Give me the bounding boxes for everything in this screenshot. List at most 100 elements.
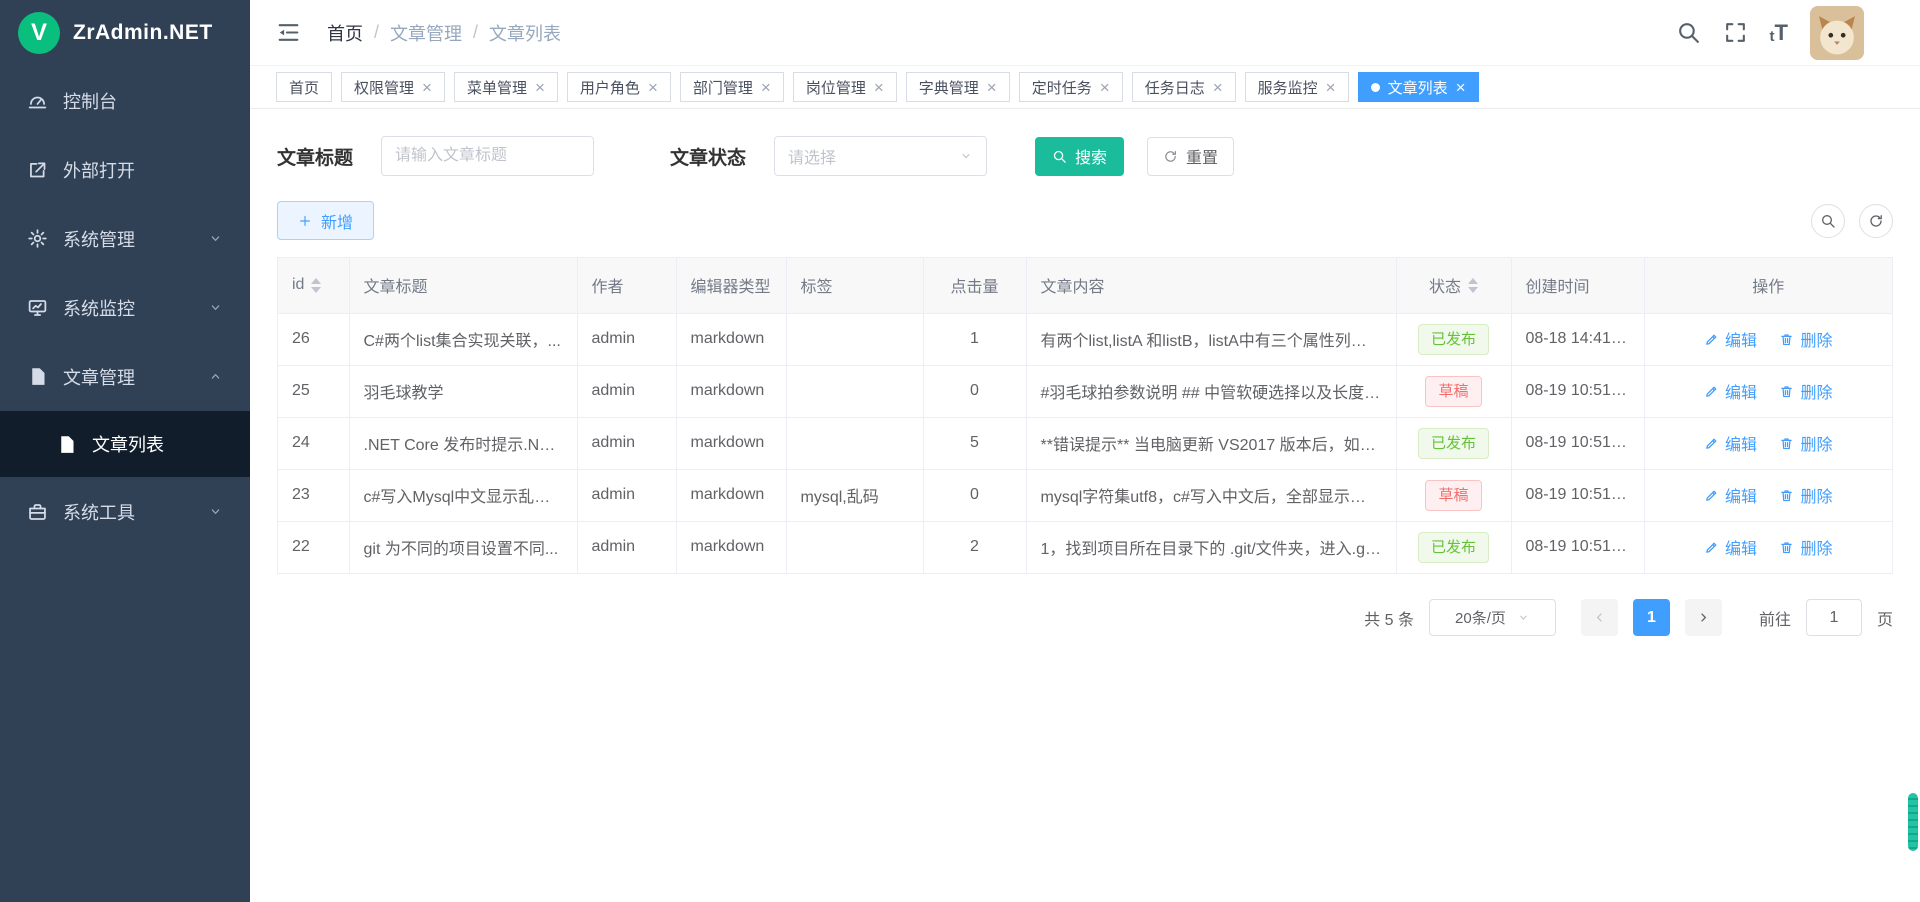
cell-actions: 编辑 删除 (1644, 417, 1892, 469)
delete-link[interactable]: 删除 (1779, 431, 1832, 455)
cell-hits: 1 (923, 313, 1026, 365)
column-header-content: 文章内容 (1026, 258, 1396, 313)
tab-label: 定时任务 (1032, 77, 1092, 98)
cell-title: 羽毛球教学 (349, 365, 577, 417)
sidebar-item-dashboard[interactable]: 控制台 (0, 66, 250, 135)
tabs-bar: 首页 权限管理 × 菜单管理 × 用户角色 × 部门管理 × 岗位管理 × 字典… (250, 66, 1920, 109)
active-tab-dot (1371, 83, 1380, 92)
cell-created-time: 08-19 10:51:27 (1511, 417, 1644, 469)
cell-id: 23 (278, 469, 349, 521)
tab-close-icon[interactable]: × (535, 79, 545, 96)
collapse-sidebar-button[interactable] (276, 20, 301, 45)
article-title-input[interactable] (381, 136, 594, 176)
tab-close-icon[interactable]: × (1100, 79, 1110, 96)
tab-0[interactable]: 首页 (276, 72, 332, 102)
scrollbar-thumb[interactable] (1908, 793, 1918, 851)
tab-2[interactable]: 菜单管理 × (454, 72, 558, 102)
page-size-select[interactable]: 20条/页 (1429, 599, 1556, 636)
chevron-right-icon (1696, 610, 1711, 625)
delete-link[interactable]: 删除 (1779, 483, 1832, 507)
tab-close-icon[interactable]: × (1213, 79, 1223, 96)
chevron-down-icon (1517, 611, 1530, 624)
breadcrumb-item-0[interactable]: 首页 (327, 20, 363, 46)
tab-10[interactable]: 文章列表 × (1358, 72, 1479, 102)
tab-label: 文章列表 (1388, 77, 1448, 98)
goto-label: 前往 (1759, 606, 1791, 630)
sidebar-item-label: 文章管理 (63, 364, 193, 390)
sidebar-item-label: 系统监控 (63, 295, 193, 321)
tab-9[interactable]: 服务监控 × (1245, 72, 1349, 102)
edit-link[interactable]: 编辑 (1704, 379, 1757, 403)
avatar[interactable] (1810, 6, 1864, 60)
column-header-title: 文章标题 (349, 258, 577, 313)
chevron-up-icon (208, 369, 223, 384)
delete-icon (1779, 436, 1794, 451)
tab-6[interactable]: 字典管理 × (906, 72, 1010, 102)
edit-link[interactable]: 编辑 (1704, 535, 1757, 559)
total-count: 共 5 条 (1364, 606, 1414, 630)
cell-tags (786, 521, 923, 573)
sidebar-item-system-monitor[interactable]: 系统监控 (0, 273, 250, 342)
prev-page-button[interactable] (1581, 599, 1618, 636)
tab-4[interactable]: 部门管理 × (680, 72, 784, 102)
article-status-select[interactable]: 请选择 (774, 136, 987, 176)
breadcrumb-item-1[interactable]: 文章管理 (390, 20, 462, 46)
app-title: ZrAdmin.NET (73, 21, 213, 45)
breadcrumb: 首页/文章管理/文章列表 (327, 20, 561, 46)
page-number-button[interactable]: 1 (1633, 599, 1670, 636)
search-icon (1820, 213, 1836, 229)
delete-link[interactable]: 删除 (1779, 379, 1832, 403)
column-header-author: 作者 (577, 258, 676, 313)
sidebar-item-system-manage[interactable]: 系统管理 (0, 204, 250, 273)
cat-avatar-image (1810, 6, 1864, 60)
reset-button[interactable]: 重置 (1147, 137, 1234, 176)
column-header-status[interactable]: 状态 (1396, 258, 1511, 313)
search-icon (1052, 149, 1067, 164)
tab-5[interactable]: 岗位管理 × (793, 72, 897, 102)
edit-link[interactable]: 编辑 (1704, 431, 1757, 455)
tab-close-icon[interactable]: × (1456, 79, 1466, 96)
search-submit-button[interactable]: 搜索 (1035, 137, 1124, 176)
cell-hits: 0 (923, 469, 1026, 521)
fullscreen-button[interactable] (1723, 20, 1748, 45)
tab-8[interactable]: 任务日志 × (1132, 72, 1236, 102)
tab-close-icon[interactable]: × (874, 79, 884, 96)
gear-icon (27, 228, 48, 249)
sidebar-item-system-tools[interactable]: 系统工具 (0, 477, 250, 546)
edit-link[interactable]: 编辑 (1704, 483, 1757, 507)
delete-link[interactable]: 删除 (1779, 535, 1832, 559)
column-header-id[interactable]: id (278, 258, 349, 313)
search-button[interactable] (1676, 20, 1701, 45)
edit-link[interactable]: 编辑 (1704, 327, 1757, 351)
font-size-button[interactable]: tT (1770, 22, 1788, 44)
add-button[interactable]: 新增 (277, 201, 374, 240)
article-title-label: 文章标题 (277, 143, 353, 170)
user-menu-caret[interactable] (1878, 35, 1894, 51)
app-root: V ZrAdmin.NET 控制台 外部打开 系统管理 系统监控 文章管理 文章… (0, 0, 1920, 902)
tab-close-icon[interactable]: × (1326, 79, 1336, 96)
tab-7[interactable]: 定时任务 × (1019, 72, 1123, 102)
tab-close-icon[interactable]: × (987, 79, 997, 96)
sidebar-item-article-manage[interactable]: 文章管理 (0, 342, 250, 411)
refresh-table-button[interactable] (1859, 204, 1893, 238)
submenu: 文章列表 (0, 411, 250, 477)
delete-link[interactable]: 删除 (1779, 327, 1832, 351)
article-status-label: 文章状态 (670, 143, 746, 170)
toggle-search-button[interactable] (1811, 204, 1845, 238)
next-page-button[interactable] (1685, 599, 1722, 636)
sidebar-item-external-open[interactable]: 外部打开 (0, 135, 250, 204)
pagination: 共 5 条 20条/页 1 前往 页 (277, 599, 1893, 636)
tab-close-icon[interactable]: × (422, 79, 432, 96)
tab-close-icon[interactable]: × (648, 79, 658, 96)
tab-close-icon[interactable]: × (761, 79, 771, 96)
table-row: 25 羽毛球教学 admin markdown 0 #羽毛球拍参数说明 ## 中… (278, 365, 1892, 417)
chevron-left-icon (1592, 610, 1607, 625)
table-row: 22 git 为不同的项目设置不同... admin markdown 2 1，… (278, 521, 1892, 573)
goto-page-input[interactable] (1806, 599, 1862, 636)
tab-3[interactable]: 用户角色 × (567, 72, 671, 102)
tab-1[interactable]: 权限管理 × (341, 72, 445, 102)
cell-tags: mysql,乱码 (786, 469, 923, 521)
sidebar-item-article-list[interactable]: 文章列表 (0, 411, 250, 477)
tab-label: 字典管理 (919, 77, 979, 98)
delete-icon (1779, 488, 1794, 503)
